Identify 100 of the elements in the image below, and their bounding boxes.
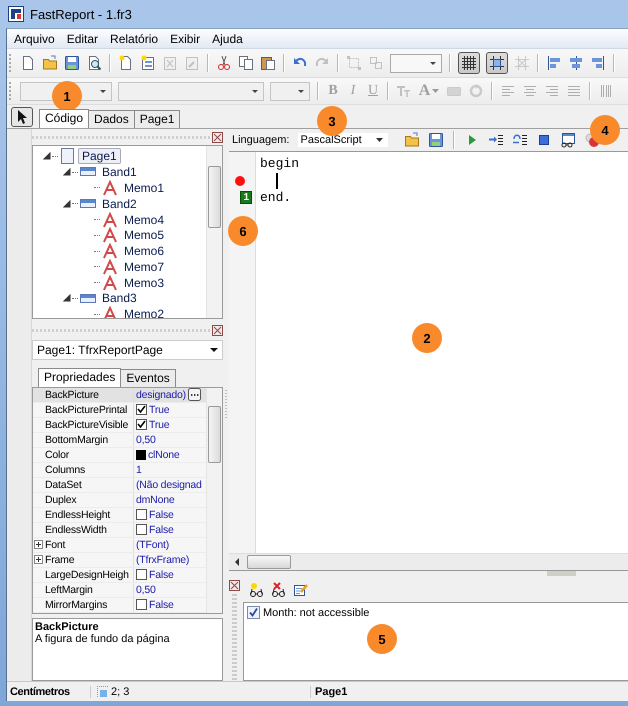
- menu-item[interactable]: Ajuda: [207, 32, 248, 46]
- property-value: 0,50: [136, 434, 156, 446]
- glasses-icon[interactable]: [271, 582, 287, 598]
- property-value: False: [149, 568, 174, 581]
- property-name: EndlessWidth: [45, 524, 107, 536]
- tree-item[interactable]: Page1: [78, 148, 121, 164]
- dropdown-value: PascalScript: [300, 134, 362, 146]
- close-icon[interactable]: [229, 580, 240, 591]
- selected-row[interactable]: BackPicture designado): [33, 388, 206, 403]
- tree-item[interactable]: Memo5: [121, 228, 168, 242]
- tree-item[interactable]: Memo7: [121, 260, 168, 274]
- app-logo-icon: [8, 6, 24, 22]
- tree-item[interactable]: Memo4: [121, 212, 168, 226]
- units-label: Centímetros: [7, 686, 91, 698]
- text-object-icon: [102, 243, 118, 260]
- close-icon[interactable]: [212, 324, 223, 336]
- tree-item[interactable]: Band1: [99, 165, 140, 180]
- page-name: Page1: [310, 686, 348, 698]
- toggle-button[interactable]: [486, 52, 508, 74]
- property-name: LeftMargin: [45, 584, 93, 596]
- tree-item[interactable]: Memo2: [121, 307, 168, 318]
- menu-item[interactable]: Exibir: [165, 32, 206, 46]
- page-tab[interactable]: Page1: [134, 110, 180, 128]
- tree-item[interactable]: Band3: [99, 291, 140, 306]
- property-value: dmNone: [136, 494, 174, 506]
- property-value: 0,50: [136, 584, 156, 596]
- pointer-icon: [15, 109, 29, 125]
- menu-item[interactable]: Editar: [62, 32, 104, 46]
- scrollbar[interactable]: [206, 146, 222, 318]
- ellipsis-button[interactable]: [188, 388, 201, 402]
- inspector-tab[interactable]: Eventos: [120, 368, 176, 387]
- property-value: False: [149, 508, 174, 521]
- expander-icon[interactable]: [63, 200, 71, 208]
- folder-icon[interactable]: [42, 55, 58, 71]
- toggle-button[interactable]: [458, 52, 480, 74]
- close-icon[interactable]: [212, 132, 223, 144]
- page-icon[interactable]: [20, 55, 36, 71]
- checkbox[interactable]: [136, 524, 147, 536]
- horizontal-scrollbar[interactable]: [229, 553, 628, 570]
- property-name: BackPictureVisible: [45, 418, 128, 431]
- property-value: True: [149, 418, 170, 431]
- cursor-position: 2; 3: [111, 686, 130, 698]
- expand-icon[interactable]: [34, 540, 43, 550]
- text-object-icon: [102, 306, 118, 318]
- expander-icon[interactable]: [63, 294, 71, 302]
- page-icon[interactable]: [118, 55, 134, 71]
- align-right-icon[interactable]: [590, 55, 606, 71]
- expander-icon[interactable]: [63, 168, 71, 176]
- position-icon: [97, 686, 108, 697]
- align-center-icon[interactable]: [568, 55, 584, 71]
- edit-icon[interactable]: [293, 582, 309, 598]
- glasses-icon[interactable]: [249, 582, 265, 598]
- checkbox[interactable]: [136, 599, 147, 610]
- caret-icon: [429, 60, 437, 66]
- grid-icon: [461, 55, 477, 71]
- tree-item[interactable]: Memo6: [121, 244, 168, 258]
- scissors-icon[interactable]: [216, 55, 232, 71]
- step-over-icon[interactable]: [512, 132, 528, 148]
- menu-item[interactable]: Relatório: [105, 32, 164, 46]
- window-title: FastReport - 1.fr3: [30, 6, 132, 22]
- form-icon[interactable]: [140, 55, 156, 71]
- expand-icon[interactable]: [34, 555, 43, 564]
- language-dropdown[interactable]: PascalScript: [298, 133, 388, 147]
- scroll-left-icon[interactable]: [235, 558, 239, 566]
- checkbox[interactable]: [136, 569, 147, 580]
- page-icon: [60, 148, 75, 164]
- page-tab[interactable]: Dados: [88, 110, 135, 128]
- splitter-grip[interactable]: [547, 571, 576, 576]
- tree-item[interactable]: Band2: [99, 196, 140, 211]
- checkbox[interactable]: [247, 606, 260, 619]
- tree-item[interactable]: Memo3: [121, 276, 168, 290]
- page-tab[interactable]: Código: [39, 109, 90, 128]
- property-name: LargeDesignHeigh: [45, 568, 129, 581]
- copy-icon[interactable]: [238, 55, 254, 71]
- text-object-icon: [102, 227, 118, 244]
- property-value: (TFont): [136, 538, 170, 551]
- expander-icon[interactable]: [43, 152, 51, 160]
- breakpoint-dot[interactable]: [235, 176, 245, 186]
- checkbox[interactable]: [136, 419, 147, 430]
- checkbox[interactable]: [136, 404, 147, 416]
- property-value: 1: [136, 464, 142, 476]
- magnifier-icon[interactable]: [86, 55, 102, 71]
- clipboard-icon[interactable]: [260, 55, 276, 71]
- tree-item[interactable]: Memo1: [121, 180, 168, 195]
- object-dropdown[interactable]: Page1: TfrxReportPage: [32, 340, 223, 360]
- scrollbar[interactable]: [206, 388, 222, 613]
- window-glasses-icon[interactable]: [560, 132, 576, 148]
- inspector-tab[interactable]: Propriedades: [38, 368, 122, 387]
- code-line: end.: [260, 190, 292, 205]
- step-into-icon[interactable]: [488, 132, 504, 148]
- scroll-thumb[interactable]: [247, 555, 291, 569]
- text-object-icon: [102, 180, 118, 196]
- dropdown-value: Page1: TfrxReportPage: [37, 342, 163, 357]
- align-left-icon[interactable]: [546, 55, 562, 71]
- checkbox[interactable]: [136, 509, 147, 520]
- select-tool-button[interactable]: [11, 107, 33, 127]
- property-name: Duplex: [45, 494, 76, 506]
- folder-icon[interactable]: [404, 132, 420, 148]
- menu-item[interactable]: Arquivo: [9, 32, 60, 46]
- caret-icon: [210, 348, 218, 352]
